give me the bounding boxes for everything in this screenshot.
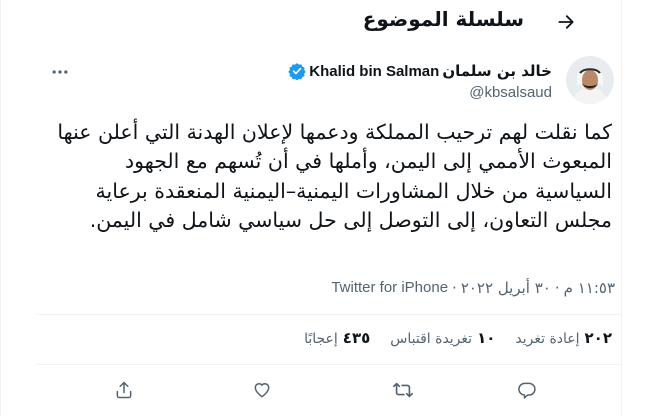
likes-stat[interactable]: ٤٣٥ إعجابًا <box>304 329 370 347</box>
tweet-actions <box>37 373 622 407</box>
verified-badge-icon <box>288 62 306 80</box>
tweet-date[interactable]: ٣٠ أبريل ٢٠٢٢ <box>461 279 551 297</box>
tweet-source[interactable]: Twitter for iPhone <box>331 279 448 297</box>
more-options-button[interactable] <box>48 60 72 84</box>
reply-icon <box>517 380 537 400</box>
share-icon <box>114 380 134 400</box>
likes-label: إعجابًا <box>304 331 338 347</box>
share-button[interactable] <box>107 373 141 407</box>
retweet-icon <box>392 379 414 401</box>
author-name-arabic[interactable]: خالد بن سلمان <box>442 62 552 80</box>
back-button[interactable] <box>548 4 584 40</box>
heart-icon <box>252 380 272 400</box>
arrow-right-icon <box>556 12 576 32</box>
divider <box>37 364 622 365</box>
author-handle[interactable]: @kbsalsaud <box>469 84 552 101</box>
tweet-time[interactable]: ١١:٥٣ م <box>564 279 615 297</box>
thread-header: سلسلة الموضوع <box>0 0 622 44</box>
avatar[interactable] <box>566 56 614 104</box>
page-title: سلسلة الموضوع <box>362 7 524 31</box>
author-name-line[interactable]: خالد بن سلمان Khalid bin Salman <box>288 62 552 80</box>
author-name-english[interactable]: Khalid bin Salman <box>309 63 439 80</box>
reply-button[interactable] <box>510 373 544 407</box>
tweet-stats: ٢٠٢ إعادة تغريد ١٠ تغريدة اقتباس ٤٣٥ إعج… <box>304 329 612 347</box>
quote-tweets-label: تغريدة اقتباس <box>390 331 473 347</box>
tweet-meta: ١١:٥٣ م · ٣٠ أبريل ٢٠٢٢ · Twitter for iP… <box>331 279 615 297</box>
retweet-button[interactable] <box>386 373 420 407</box>
retweets-count: ٢٠٢ <box>584 329 612 347</box>
quote-tweets-count: ١٠ <box>477 329 496 347</box>
likes-count: ٤٣٥ <box>342 329 371 347</box>
tweet-text: كما نقلت لهم ترحيب المملكة ودعمها لإعلان… <box>57 120 612 233</box>
more-horizontal-icon <box>50 62 70 82</box>
meta-separator: · <box>554 279 560 297</box>
quote-tweets-stat[interactable]: ١٠ تغريدة اقتباس <box>390 329 495 347</box>
retweets-stat[interactable]: ٢٠٢ إعادة تغريد <box>515 329 612 347</box>
meta-separator: · <box>452 279 457 297</box>
divider <box>37 314 622 315</box>
like-button[interactable] <box>245 373 279 407</box>
panel-border <box>621 0 622 416</box>
retweets-label: إعادة تغريد <box>515 331 580 347</box>
